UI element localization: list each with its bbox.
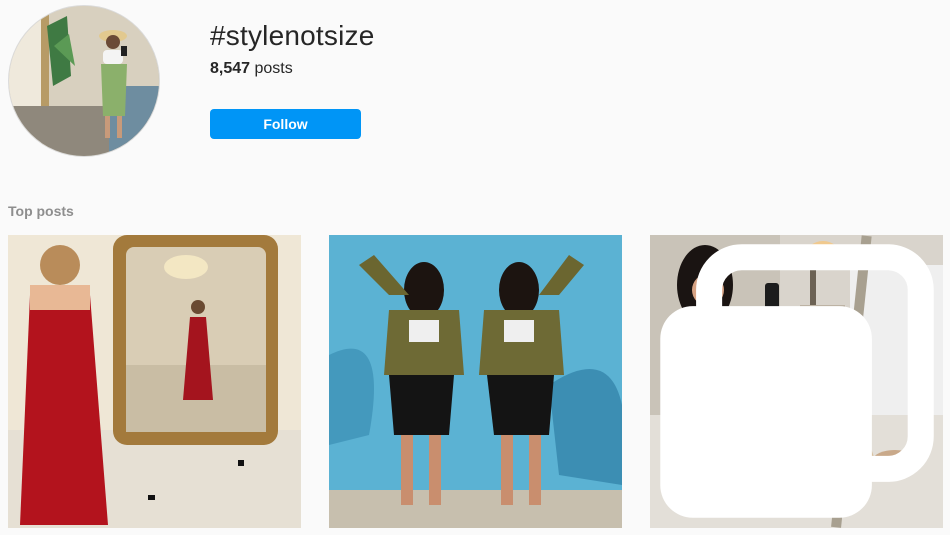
top-posts-label: Top posts: [8, 203, 74, 219]
avatar-photo: [9, 6, 159, 156]
top-post-1[interactable]: [8, 235, 301, 528]
post-count-suffix: posts: [254, 60, 293, 77]
top-post-2[interactable]: [329, 235, 622, 528]
top-post-3[interactable]: [650, 235, 943, 528]
hashtag-avatar: [8, 5, 160, 157]
post-count: 8,547 posts: [210, 60, 293, 78]
hashtag-title: #stylenotsize: [210, 20, 375, 51]
follow-button[interactable]: Follow: [210, 109, 361, 139]
post-2-photo: [329, 235, 622, 528]
post-count-number: 8,547: [210, 60, 251, 77]
carousel-icon: [660, 244, 934, 518]
post-1-photo: [8, 235, 301, 528]
